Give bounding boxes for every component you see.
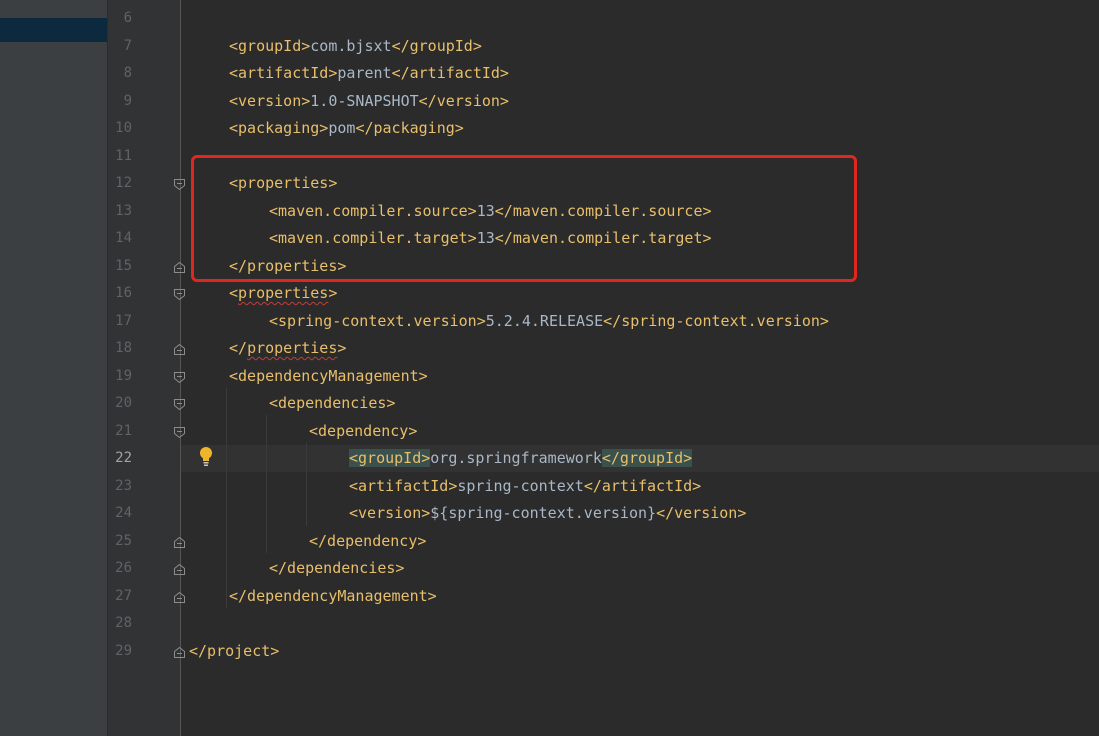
- code-line[interactable]: 24 <version>${spring-context.version}</ve…: [0, 500, 1099, 528]
- line-number: 14: [115, 230, 132, 246]
- code-text[interactable]: </dependency>: [309, 528, 426, 556]
- code-line[interactable]: 19 <dependencyManagement>: [0, 363, 1099, 391]
- code-text[interactable]: <groupId>org.springframework</groupId>: [349, 445, 693, 473]
- code-text[interactable]: </dependencies>: [269, 555, 404, 583]
- code-text[interactable]: <groupId>com.bjsxt</groupId>: [229, 33, 482, 61]
- line-number: 23: [115, 477, 132, 494]
- code-text[interactable]: <version>1.0-SNAPSHOT</version>: [229, 88, 509, 116]
- line-number: 7: [123, 37, 132, 54]
- line-number: 28: [115, 615, 132, 631]
- line-number: 15: [115, 257, 132, 274]
- fold-open-icon[interactable]: [174, 289, 185, 300]
- code-line[interactable]: 26 </dependencies>: [0, 555, 1099, 583]
- code-line[interactable]: 9 <version>1.0-SNAPSHOT</version>: [0, 88, 1099, 116]
- fold-close-icon[interactable]: [174, 536, 185, 548]
- code-line[interactable]: 8 <artifactId>parent</artifactId>: [0, 60, 1099, 88]
- fold-open-icon[interactable]: [174, 399, 185, 410]
- line-number: 24: [115, 505, 132, 521]
- fold-open-icon[interactable]: [174, 426, 185, 438]
- code-lines[interactable]: 6 7 <groupId>com.bjsxt</groupId> 8 <artifact…: [0, 5, 1099, 665]
- code-line[interactable]: 20 <dependencies>: [0, 390, 1099, 418]
- line-number: 21: [115, 422, 132, 439]
- code-text[interactable]: <version>${spring-context.version}</vers…: [349, 500, 746, 528]
- code-line[interactable]: 23 <artifactId>spring-context</artifactId…: [0, 473, 1099, 501]
- fold-close-icon[interactable]: [174, 261, 185, 273]
- fold-close-icon[interactable]: [174, 344, 185, 355]
- line-number: 26: [115, 560, 132, 576]
- line-number: 12: [115, 175, 132, 191]
- code-line[interactable]: 10 <packaging>pom</packaging>: [0, 115, 1099, 143]
- lightbulb-icon[interactable]: [199, 446, 213, 468]
- code-text[interactable]: <dependency>: [309, 418, 417, 446]
- fold-close-icon[interactable]: [174, 646, 185, 658]
- fold-close-icon[interactable]: [174, 591, 185, 603]
- code-line[interactable]: 18 </properties>: [0, 335, 1099, 363]
- code-line[interactable]: 7 <groupId>com.bjsxt</groupId>: [0, 33, 1099, 61]
- line-number: 16: [115, 285, 132, 301]
- code-text[interactable]: <dependencyManagement>: [229, 363, 428, 391]
- line-number: 6: [123, 10, 132, 26]
- code-text[interactable]: <properties>: [229, 280, 337, 308]
- code-line[interactable]: 28: [0, 610, 1099, 638]
- code-text[interactable]: <packaging>pom</packaging>: [229, 115, 464, 143]
- code-line[interactable]: 17 <spring-context.version>5.2.4.RELEASE<…: [0, 308, 1099, 336]
- code-line[interactable]: 27 </dependencyManagement>: [0, 583, 1099, 611]
- annotation-highlight-box: [191, 155, 857, 282]
- code-line[interactable]: 21 <dependency>: [0, 418, 1099, 446]
- line-number: 29: [115, 642, 132, 659]
- fold-open-icon[interactable]: [174, 179, 185, 190]
- code-text[interactable]: <spring-context.version>5.2.4.RELEASE</s…: [269, 308, 829, 336]
- line-number: 27: [115, 587, 132, 604]
- line-number: 25: [115, 532, 132, 549]
- line-number: 19: [115, 367, 132, 384]
- code-text[interactable]: <artifactId>spring-context</artifactId>: [349, 473, 701, 501]
- line-number: 22: [115, 450, 132, 466]
- code-line[interactable]: 25 </dependency>: [0, 528, 1099, 556]
- line-number: 9: [123, 92, 132, 109]
- line-number: 8: [123, 65, 132, 81]
- code-line[interactable]: 22 <groupId>org.springframework</groupId>: [0, 445, 1099, 473]
- fold-close-icon[interactable]: [174, 564, 185, 575]
- code-text[interactable]: </properties>: [229, 335, 346, 363]
- line-number: 11: [115, 147, 132, 164]
- line-number: 10: [115, 120, 132, 136]
- code-text[interactable]: </project>: [189, 638, 279, 666]
- code-text[interactable]: <dependencies>: [269, 390, 395, 418]
- line-number: 18: [115, 340, 132, 356]
- code-line[interactable]: 6: [0, 5, 1099, 33]
- line-number: 20: [115, 395, 132, 411]
- line-number: 13: [115, 202, 132, 219]
- code-line[interactable]: 29 </project>: [0, 638, 1099, 666]
- code-line[interactable]: 16 <properties>: [0, 280, 1099, 308]
- line-number: 17: [115, 312, 132, 329]
- code-text[interactable]: </dependencyManagement>: [229, 583, 437, 611]
- fold-open-icon[interactable]: [174, 371, 185, 383]
- code-text[interactable]: <artifactId>parent</artifactId>: [229, 60, 509, 88]
